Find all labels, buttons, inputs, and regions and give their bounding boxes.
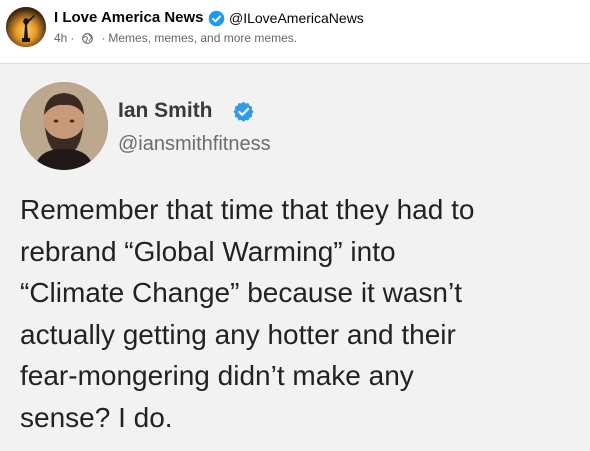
verified-badge-icon [208, 10, 225, 27]
post-meta: 4h · · Memes, memes, and more memes. [54, 31, 297, 45]
page-handle[interactable]: @ILoveAmericaNews [229, 10, 364, 26]
tweet-author-handle: @iansmithfitness [118, 133, 271, 155]
verified-badge-icon [233, 101, 254, 122]
post-header: I Love America News @ILoveAmericaNews 4h… [0, 0, 590, 62]
tweet-body: Remember that time that they had to rebr… [20, 194, 475, 433]
page-avatar[interactable] [6, 7, 46, 47]
tweet-author-avatar [20, 82, 108, 170]
page-name[interactable]: I Love America News [54, 9, 204, 26]
tweet-screenshot: Ian Smith @iansmithfitness Remember that… [0, 63, 590, 451]
meta-separator: · [101, 31, 106, 45]
tweet-author-name: Ian Smith [118, 99, 213, 122]
author-portrait [20, 82, 108, 170]
meta-separator: · [70, 31, 75, 45]
globe-icon[interactable] [82, 32, 94, 44]
page-avatar-image [6, 7, 46, 47]
post-time[interactable]: 4h [54, 31, 67, 45]
page-description: Memes, memes, and more memes. [108, 31, 298, 45]
